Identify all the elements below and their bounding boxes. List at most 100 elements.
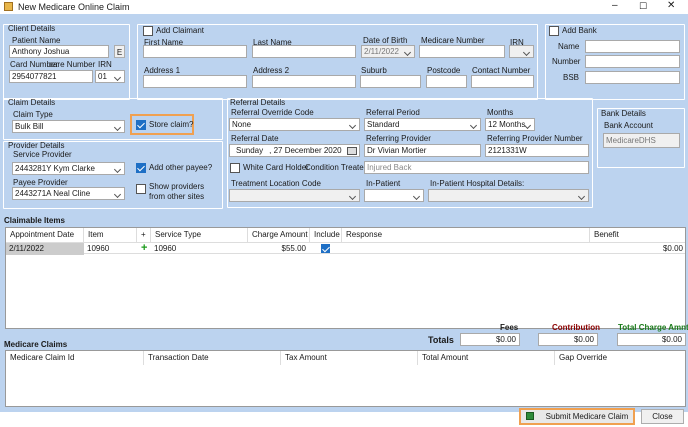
hospital-details-label: In-Patient Hospital Details: — [430, 179, 525, 188]
col-charge-amount[interactable]: Charge Amount — [248, 228, 310, 242]
address1-field[interactable] — [143, 75, 247, 88]
first-name-field[interactable] — [143, 45, 247, 58]
referral-period-label: Referral Period — [366, 108, 420, 117]
service-provider-select[interactable]: 2443281Y Kym Clarke — [12, 162, 125, 175]
referral-override-select[interactable]: None — [229, 118, 360, 131]
bank-account-field: MedicareDHS — [603, 133, 680, 148]
bank-account-label: Bank Account — [604, 121, 653, 130]
bank-number-label: Number — [552, 57, 581, 66]
claim-type-select[interactable]: Bulk Bill — [12, 120, 125, 133]
close-button[interactable]: Close — [641, 409, 684, 424]
minimize-button[interactable]: – — [612, 1, 618, 11]
bank-name-label: Name — [558, 42, 580, 51]
treatment-location-select[interactable] — [229, 189, 360, 202]
col-add[interactable]: + — [137, 228, 151, 242]
referral-date-picker[interactable]: Sunday , 27 December 2020 — [229, 144, 360, 157]
submit-button-label: Submit Medicare Claim — [545, 412, 629, 421]
condition-treated-placeholder: Injured Back — [367, 163, 412, 172]
close-window-button[interactable]: ✕ — [667, 1, 675, 11]
row-charge[interactable]: $55.00 — [248, 243, 306, 255]
totals-label: Totals — [428, 335, 454, 345]
client-details-heading: Client Details — [8, 24, 56, 33]
store-claim-checkbox[interactable] — [136, 120, 146, 130]
table-row[interactable]: 2/11/2022 10960 + 10960 $55.00 $0.00 — [6, 242, 685, 255]
referral-date-value: , 27 December 2020 — [269, 146, 342, 155]
submit-claim-icon — [525, 412, 534, 420]
claim-details-heading: Claim Details — [8, 98, 56, 107]
fees-total-field: $0.00 — [460, 333, 520, 346]
col-item[interactable]: Item — [84, 228, 137, 242]
add-bank-label: Add Bank — [562, 26, 597, 35]
white-card-label: White Card Holder — [243, 163, 309, 172]
e-button[interactable]: E — [114, 45, 125, 58]
months-label: Months — [487, 108, 514, 117]
col-response[interactable]: Response — [342, 228, 590, 242]
condition-treated-field[interactable]: Injured Back — [364, 161, 589, 174]
total-charge-field: $0.00 — [617, 333, 686, 346]
address2-field[interactable] — [252, 75, 356, 88]
medicare-number-field[interactable] — [419, 45, 505, 58]
add-other-payee-checkbox[interactable] — [136, 163, 146, 173]
calendar-icon[interactable] — [347, 147, 357, 155]
total-charge-label: Total Charge Amnt — [618, 323, 688, 332]
in-patient-select[interactable] — [364, 189, 424, 202]
show-other-sites-checkbox[interactable] — [136, 184, 146, 194]
bank-number-field[interactable] — [585, 55, 680, 68]
contact-number-field[interactable] — [471, 75, 534, 88]
last-name-field[interactable] — [252, 45, 356, 58]
bank-name-field[interactable] — [585, 40, 680, 53]
col-medicare-claim-id[interactable]: Medicare Claim Id — [6, 351, 144, 365]
add-bank-checkbox[interactable] — [549, 26, 559, 36]
referring-number-field[interactable]: 2121331W — [485, 144, 589, 157]
col-appointment-date[interactable]: Appointment Date — [6, 228, 84, 242]
postcode-field[interactable] — [426, 75, 467, 88]
col-include[interactable]: Include — [310, 228, 342, 242]
title-bar: New Medicare Online Claim – ☐ ✕ — [0, 0, 688, 14]
referral-date-day: Sunday — [236, 146, 264, 155]
dob-field[interactable]: 2/11/2022 — [361, 45, 415, 58]
white-card-checkbox[interactable] — [230, 163, 240, 173]
referral-details-heading: Referral Details — [230, 98, 286, 107]
col-benefit[interactable]: Benefit — [590, 228, 685, 242]
card-suffix-label: care Number — [49, 60, 96, 69]
col-service-type[interactable]: Service Type — [151, 228, 248, 242]
in-patient-label: In-Patient — [366, 179, 401, 188]
medicare-claims-table: Medicare Claim Id Transaction Date Tax A… — [5, 350, 686, 407]
suburb-field[interactable] — [360, 75, 421, 88]
app-icon — [4, 2, 13, 11]
add-claimant-checkbox[interactable] — [143, 26, 153, 36]
claim-type-label: Claim Type — [13, 110, 53, 119]
submit-medicare-claim-button[interactable]: Submit Medicare Claim — [519, 408, 635, 425]
col-gap-override[interactable]: Gap Override — [555, 351, 685, 365]
add-other-payee-label: Add other payee? — [149, 163, 213, 172]
col-total-amount[interactable]: Total Amount — [418, 351, 555, 365]
irn2-select[interactable] — [509, 45, 534, 58]
col-transaction-date[interactable]: Transaction Date — [144, 351, 281, 365]
treatment-location-label: Treatment Location Code — [231, 179, 321, 188]
col-tax-amount[interactable]: Tax Amount — [281, 351, 418, 365]
claimable-items-heading: Claimable Items — [4, 216, 65, 225]
maximize-button[interactable]: ☐ — [639, 1, 647, 11]
condition-treated-label: Condition Treated — [305, 163, 369, 172]
referring-number-label: Referring Provider Number — [487, 134, 583, 143]
bsb-label: BSB — [563, 73, 580, 82]
row-item[interactable]: 10960 — [84, 243, 137, 255]
add-row-plus-icon[interactable]: + — [138, 243, 150, 255]
row-date[interactable]: 2/11/2022 — [6, 243, 84, 255]
patient-name-field[interactable]: Anthony Joshua — [9, 45, 109, 58]
window-title: New Medicare Online Claim — [18, 2, 130, 12]
irn-select[interactable]: 01 — [95, 70, 125, 83]
hospital-details-select[interactable] — [428, 189, 589, 202]
row-include-checkbox[interactable] — [321, 244, 330, 253]
row-service-type[interactable]: 10960 — [151, 243, 248, 255]
bank-details-heading: Bank Details — [601, 109, 646, 118]
medicare-claims-heading: Medicare Claims — [4, 340, 68, 349]
bsb-field[interactable] — [585, 71, 680, 84]
card-number-field[interactable]: 2954077821 — [9, 70, 93, 83]
irn-label: IRN — [98, 60, 112, 69]
referral-override-label: Referral Override Code — [231, 108, 314, 117]
referring-provider-field[interactable]: Dr Vivian Mortier — [364, 144, 481, 157]
referral-period-select[interactable]: Standard — [364, 118, 481, 131]
months-select[interactable]: 12 Months — [485, 118, 535, 131]
payee-provider-select[interactable]: 2443271A Neal Cline — [12, 187, 125, 200]
